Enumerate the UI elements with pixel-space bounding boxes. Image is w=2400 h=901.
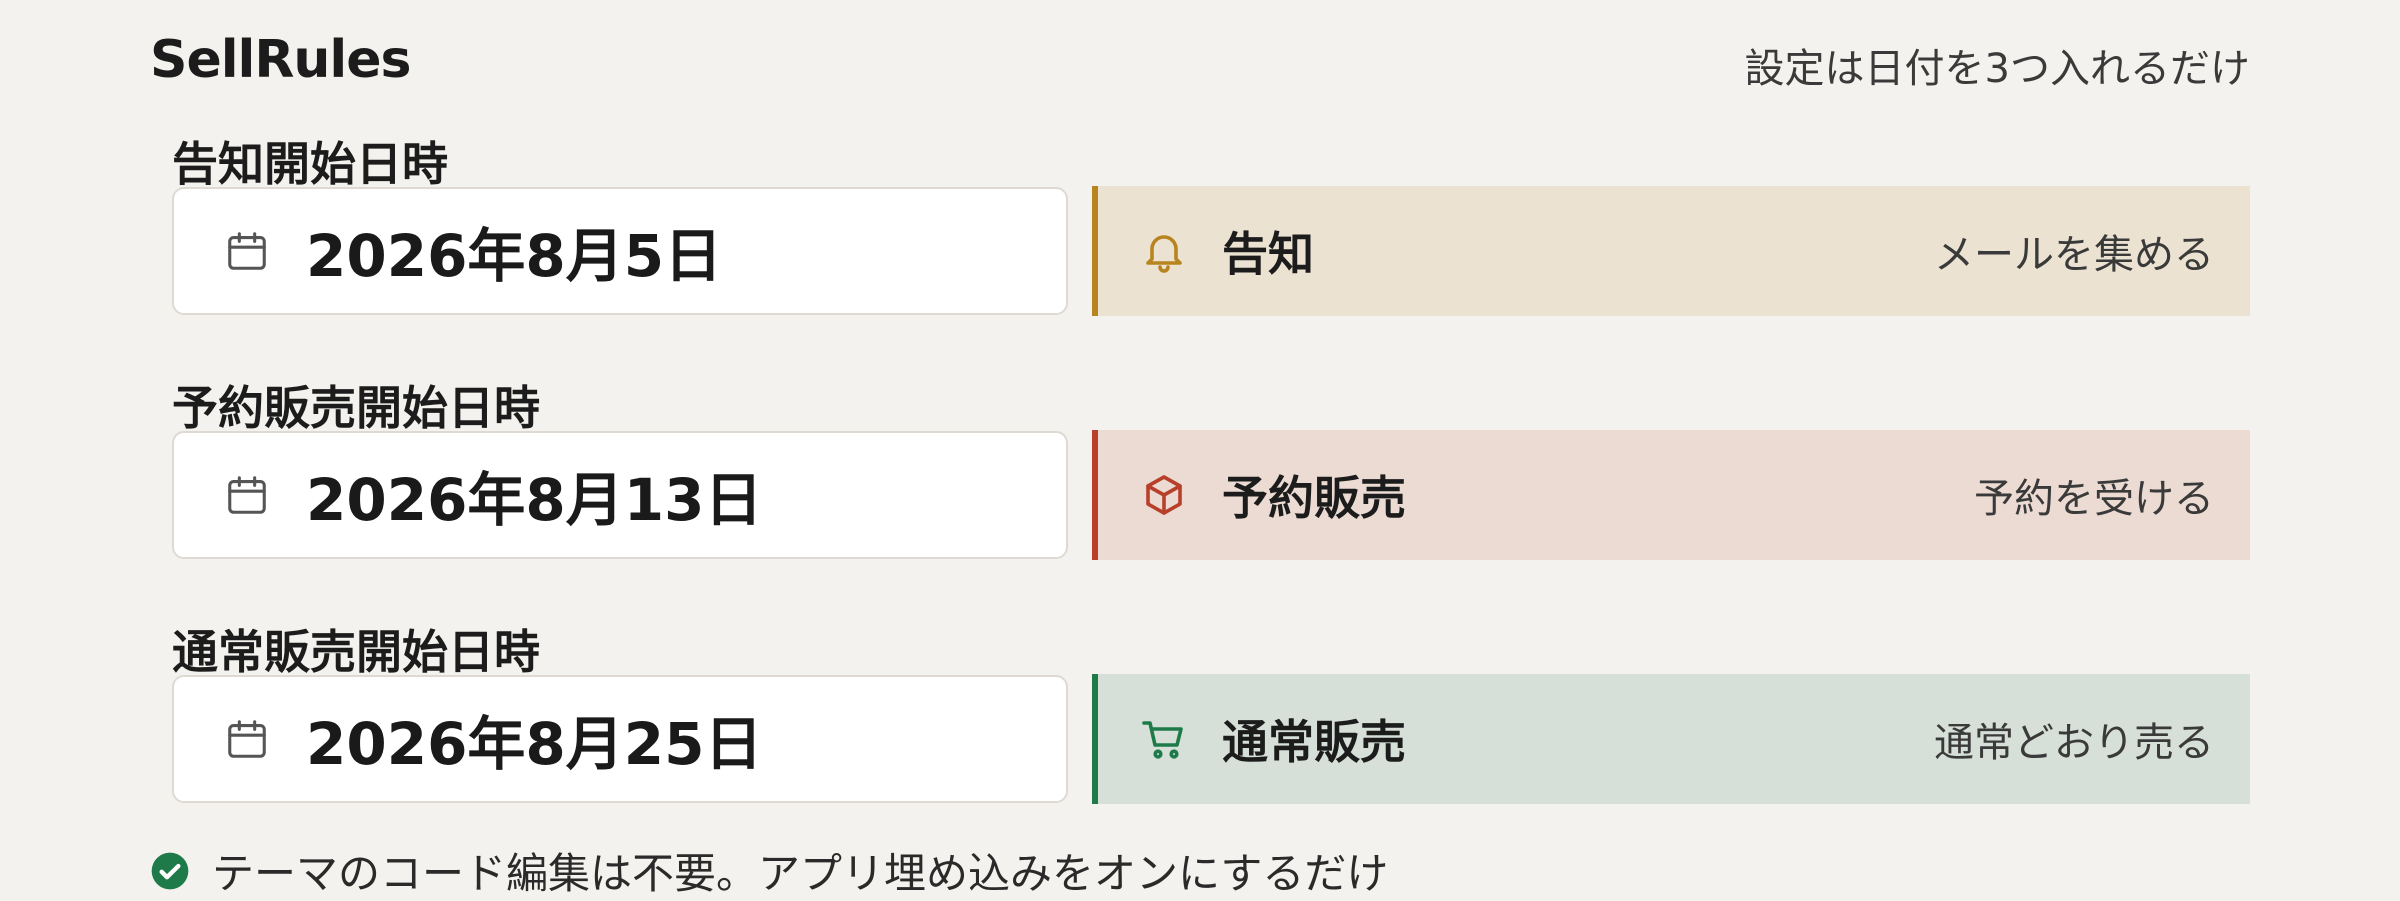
phase-card-preorder: 予約販売 予約を受ける — [1092, 430, 2250, 560]
preorder-date-label: 予約販売開始日時 — [172, 381, 540, 435]
header-tagline: 設定は日付を3つ入れるだけ — [1744, 46, 2250, 92]
cart-icon — [1142, 721, 1183, 759]
preorder-date-value: 2026年8月13日 — [306, 466, 763, 534]
regular-date-label: 通常販売開始日時 — [172, 625, 540, 679]
check-circle-icon — [151, 852, 189, 889]
regular-date-value: 2026年8月25日 — [306, 710, 763, 778]
phase-title: 予約販売 — [1222, 471, 1406, 525]
announce-date-input[interactable]: 2026年8月5日 — [172, 187, 1068, 315]
announce-date-value: 2026年8月5日 — [306, 222, 723, 290]
calendar-icon — [228, 476, 266, 514]
box-icon — [1146, 475, 1182, 515]
preorder-date-input[interactable]: 2026年8月13日 — [172, 431, 1068, 559]
regular-date-input[interactable]: 2026年8月25日 — [172, 675, 1068, 803]
phase-description: 通常どおり売る — [1934, 720, 2214, 766]
calendar-icon — [228, 232, 266, 270]
phase-card-announce: 告知 メールを集める — [1092, 186, 2250, 316]
phase-description: 予約を受ける — [1974, 476, 2214, 522]
header-brand: SellRules — [150, 30, 411, 90]
phase-description: メールを集める — [1934, 232, 2214, 278]
bell-icon — [1146, 235, 1182, 273]
phase-title: 通常販売 — [1222, 715, 1406, 769]
phase-card-regular: 通常販売 通常どおり売る — [1092, 674, 2250, 804]
footer-note: テーマのコード編集は不要。アプリ埋め込みをオンにするだけ — [150, 840, 1388, 901]
footer-note-text: テーマのコード編集は不要。アプリ埋め込みをオンにするだけ — [212, 849, 1389, 898]
calendar-icon — [228, 720, 266, 758]
announce-date-label: 告知開始日時 — [172, 137, 448, 191]
phase-title: 告知 — [1222, 227, 1314, 281]
